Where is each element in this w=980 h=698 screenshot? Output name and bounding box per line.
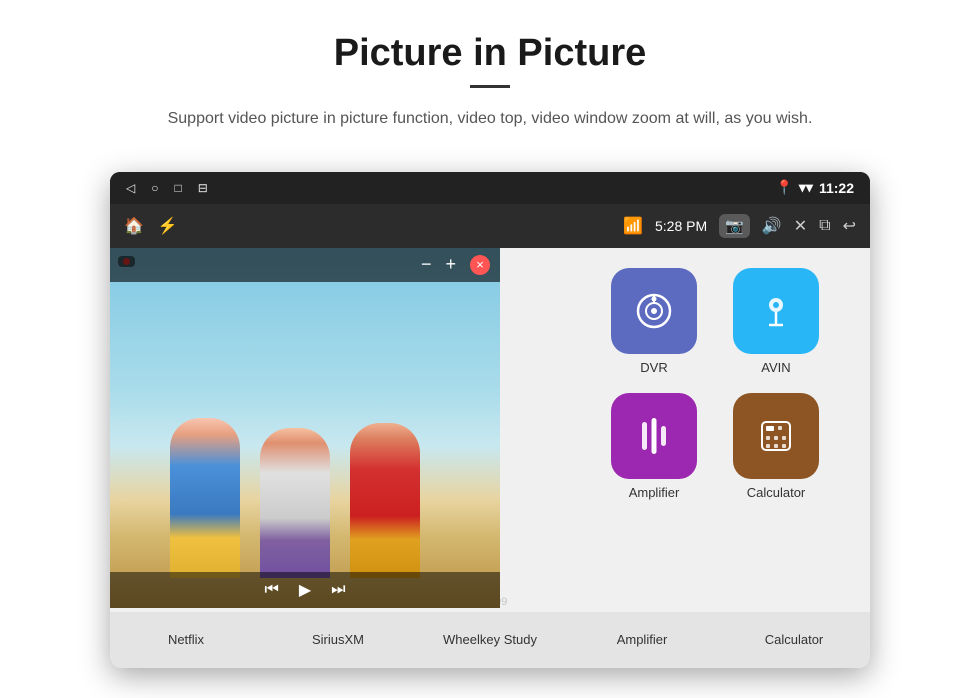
calculator-label: Calculator	[747, 485, 806, 500]
pip-minus-btn[interactable]: −	[421, 254, 432, 275]
calculator-icon-svg	[754, 414, 798, 458]
amplifier-icon-svg	[632, 414, 676, 458]
dvr-label: DVR	[640, 360, 667, 375]
siriusxm-bottom-label: SiriusXM	[312, 632, 364, 647]
pip-close-btn[interactable]: ×	[470, 255, 490, 275]
amplifier-app-icon	[611, 393, 697, 479]
pip-controls-bar: − + ×	[110, 248, 500, 282]
toolbar-right: 📶 5:28 PM 📷 🔊 ✕ ⧉ ↩	[623, 214, 856, 238]
amplifier-app[interactable]: Amplifier	[599, 393, 709, 500]
app-toolbar: 🏠 ⚡ 📶 5:28 PM 📷 🔊 ✕ ⧉ ↩	[110, 204, 870, 248]
bottom-labels-row: Netflix SiriusXM Wheelkey Study Amplifie…	[110, 631, 870, 649]
device-frame: ◁ ○ □ ⊟ 📍 ▾▾ 11:22 🏠 ⚡ 📶 5:28 PM 📷 🔊 ✕ ⧉…	[110, 172, 870, 668]
volume-toolbar-icon[interactable]: 🔊	[762, 216, 782, 236]
toolbar-time: 5:28 PM	[655, 218, 707, 234]
pip-close-icon: ×	[476, 257, 484, 272]
prev-btn[interactable]: ⏮	[264, 581, 278, 599]
netflix-bottom: Netflix	[110, 631, 262, 649]
pip-video-overlay[interactable]: − + × ⏮ ▶ ⏭	[110, 248, 500, 608]
calculator-bottom-label: Calculator	[765, 632, 824, 647]
recents-nav-icon[interactable]: □	[174, 181, 181, 195]
amplifier-bottom: Amplifier	[566, 631, 718, 649]
video-person-1	[170, 418, 240, 578]
calculator-app-icon	[733, 393, 819, 479]
status-bar-right: 📍 ▾▾ 11:22	[775, 179, 854, 196]
wifi-toolbar-icon: 📶	[623, 216, 643, 236]
dvr-icon-svg	[634, 291, 674, 331]
apps-row-1: DVR AVIN	[570, 268, 860, 375]
location-icon: 📍	[775, 179, 792, 196]
dvr-app-icon	[611, 268, 697, 354]
close-toolbar-icon[interactable]: ✕	[794, 216, 807, 236]
avin-app-icon	[733, 268, 819, 354]
video-person-2	[260, 428, 330, 578]
status-bar: ◁ ○ □ ⊟ 📍 ▾▾ 11:22	[110, 172, 870, 204]
avin-icon-svg	[756, 291, 796, 331]
signal-icon: ▾▾	[799, 179, 813, 196]
wheelkey-bottom: Wheelkey Study	[414, 631, 566, 649]
menu-nav-icon[interactable]: ⊟	[198, 181, 208, 195]
pip-toolbar-icon[interactable]: ⧉	[819, 217, 830, 235]
play-btn[interactable]: ▶	[299, 580, 311, 600]
apps-grid: DVR AVIN	[560, 258, 870, 510]
next-btn[interactable]: ⏭	[331, 581, 345, 599]
netflix-bottom-label: Netflix	[168, 632, 204, 647]
back-nav-icon[interactable]: ◁	[126, 181, 135, 195]
wheelkey-bottom-label: Wheelkey Study	[443, 632, 537, 647]
siriusxm-bottom: SiriusXM	[262, 631, 414, 649]
page-header: Picture in Picture Support video picture…	[0, 0, 980, 152]
pip-video-content	[110, 248, 500, 608]
video-person-3	[350, 423, 420, 578]
calculator-bottom: Calculator	[718, 631, 870, 649]
apps-row-2: Amplifier	[570, 393, 860, 500]
amplifier-bottom-label: Amplifier	[617, 632, 668, 647]
home-icon[interactable]: 🏠	[124, 216, 144, 236]
pip-plus-btn[interactable]: +	[445, 254, 456, 275]
status-bar-left: ◁ ○ □ ⊟	[126, 181, 208, 195]
bottom-apps-bar: Netflix SiriusXM Wheelkey Study Amplifie…	[110, 612, 870, 668]
avin-label: AVIN	[761, 360, 790, 375]
camera-toolbar-btn[interactable]: 📷	[719, 214, 750, 238]
page-subtitle: Support video picture in picture functio…	[130, 106, 850, 132]
title-divider	[470, 85, 510, 88]
dvr-app[interactable]: DVR	[599, 268, 709, 375]
home-nav-icon[interactable]: ○	[151, 181, 158, 195]
amplifier-label: Amplifier	[629, 485, 680, 500]
calculator-app[interactable]: Calculator	[721, 393, 831, 500]
main-area: − + × ⏮ ▶ ⏭	[110, 248, 870, 668]
page-title: Picture in Picture	[60, 32, 920, 75]
avin-app[interactable]: AVIN	[721, 268, 831, 375]
toolbar-left: 🏠 ⚡	[124, 216, 178, 236]
pip-playback-controls: ⏮ ▶ ⏭	[110, 572, 500, 608]
back-toolbar-icon[interactable]: ↩	[843, 216, 856, 236]
usb-icon[interactable]: ⚡	[158, 216, 178, 236]
status-time: 11:22	[819, 180, 854, 196]
